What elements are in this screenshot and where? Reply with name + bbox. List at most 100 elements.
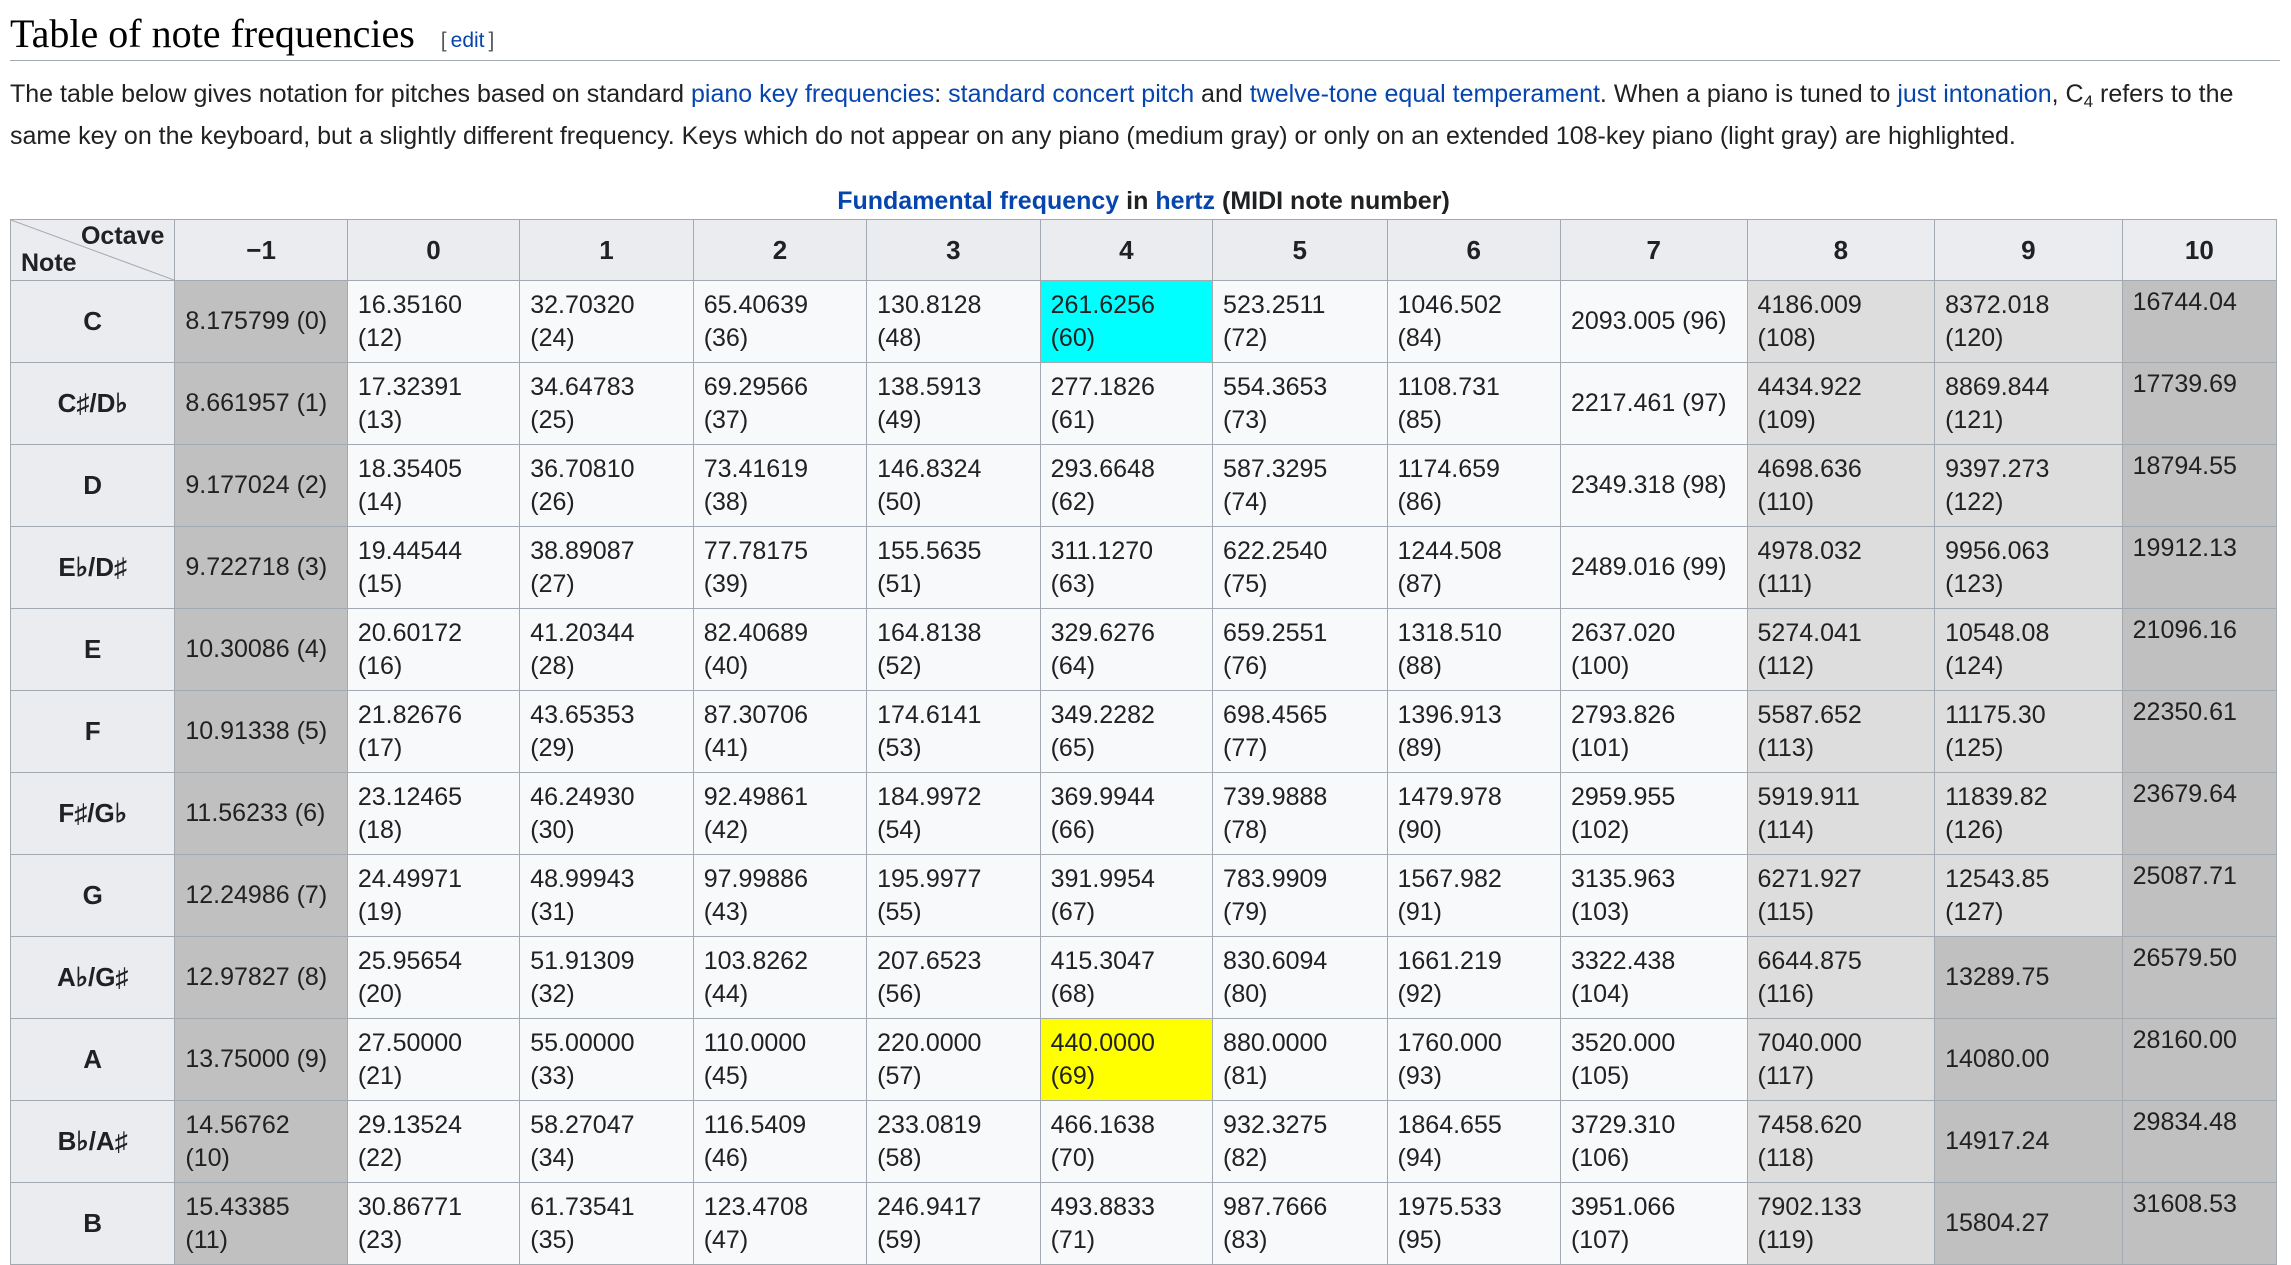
octave-header: 4 [1039, 219, 1214, 281]
link-just-intonation[interactable]: just intonation [1897, 80, 2051, 108]
frequency-value: 14.56762 [185, 1110, 290, 1139]
frequency-value: 61.73541 [530, 1192, 635, 1221]
midi-number: (22) [357, 1143, 403, 1172]
frequency-cell: 622.2540 (75) [1212, 526, 1388, 609]
midi-number: (77) [1223, 733, 1268, 762]
octave-header: 6 [1386, 219, 1561, 281]
midi-number: (111) [1757, 569, 1813, 598]
frequency-value: 1244.508 [1397, 536, 1502, 565]
midi-number: (108) [1757, 323, 1816, 352]
midi-number: (20) [357, 979, 403, 1008]
frequency-cell: 391.9954 (67) [1039, 854, 1214, 937]
frequency-value: 184.9972 [877, 782, 982, 811]
frequency-value: 1864.655 [1397, 1110, 1502, 1139]
frequency-value: 207.6523 [877, 946, 982, 975]
frequency-cell: 51.91309 (32) [519, 936, 694, 1019]
section-heading: Table of note frequencies [edit] [10, 8, 2280, 61]
midi-number: (110) [1757, 487, 1815, 516]
frequency-value: 51.91309 [530, 946, 635, 975]
frequency-cell: 7040.000 (117) [1746, 1018, 1936, 1101]
midi-number: (31) [530, 897, 575, 926]
link-fundamental-frequency[interactable]: Fundamental frequency [837, 187, 1119, 215]
link-hertz[interactable]: hertz [1155, 187, 1215, 215]
frequency-cell: 8869.844 (121) [1934, 362, 2123, 445]
frequency-value: 138.5913 [877, 372, 982, 401]
frequency-cell: 26579.50 [2121, 936, 2278, 1019]
midi-number: (18) [357, 815, 403, 844]
frequency-cell: 36.70810 (26) [519, 444, 694, 527]
midi-number: (55) [877, 897, 922, 926]
frequency-cell: 8372.018 (120) [1934, 280, 2123, 363]
frequency-value: 24.49971 [357, 864, 463, 893]
frequency-cell: 38.89087 (27) [519, 526, 694, 609]
frequency-value: 3951.066 [1570, 1192, 1676, 1221]
edit-bracket-close: ] [488, 29, 495, 52]
midi-number: (15) [357, 569, 403, 598]
frequency-cell: 30.86771 (23) [346, 1182, 521, 1265]
frequency-cell: 10.91338 (5) [174, 690, 348, 773]
frequency-cell: 2793.826 (101) [1559, 690, 1748, 773]
frequency-value: 46.24930 [530, 782, 635, 811]
frequency-value: 587.3295 [1223, 454, 1328, 483]
frequency-cell: 932.3275 (82) [1212, 1100, 1388, 1183]
frequency-cell: 1479.978 (90) [1386, 772, 1561, 855]
frequency-cell: 13.75000 (9) [174, 1018, 348, 1101]
frequency-cell: 4978.032 (111) [1746, 526, 1936, 609]
midi-number: (46) [703, 1143, 749, 1172]
midi-number: (64) [1050, 651, 1096, 680]
frequency-cell: 24.49971 (19) [346, 854, 521, 937]
frequency-value: 3322.438 [1570, 946, 1676, 975]
frequency-cell: 261.6256 (60) [1039, 280, 1214, 363]
frequency-value: 5919.911 [1757, 782, 1860, 811]
frequency-value: 2349.318 (98) [1570, 471, 1727, 499]
frequency-value: 369.9944 [1050, 782, 1155, 811]
midi-number: (10) [185, 1143, 230, 1172]
midi-number: (34) [530, 1143, 575, 1172]
frequency-cell: 2959.955 (102) [1559, 772, 1748, 855]
frequency-value: 73.41619 [703, 454, 808, 483]
frequency-value: 15804.27 [1945, 1209, 2050, 1237]
midi-number: (40) [703, 651, 749, 680]
frequency-value: 15.43385 [185, 1192, 290, 1221]
frequency-value: 1108.731 [1397, 372, 1500, 401]
frequency-value: 1975.533 [1397, 1192, 1502, 1221]
frequency-value: 8.661957 (1) [185, 389, 328, 417]
frequency-value: 41.20344 [530, 618, 635, 647]
frequency-cell: 130.8128 (48) [866, 280, 1041, 363]
midi-number: (113) [1757, 733, 1815, 762]
link-twelve-tone-equal-temperament[interactable]: twelve-tone equal temperament [1250, 80, 1600, 108]
frequency-cell: 16.35160 (12) [346, 280, 521, 363]
frequency-cell: 25.95654 (20) [346, 936, 521, 1019]
midi-number: (126) [1945, 815, 2004, 844]
frequency-value: 116.5409 [703, 1110, 807, 1139]
frequency-cell: 3951.066 (107) [1559, 1182, 1748, 1265]
frequency-cell: 164.8138 (52) [866, 608, 1041, 691]
frequency-cell: 349.2282 (65) [1039, 690, 1214, 773]
frequency-value: 23.12465 [357, 782, 463, 811]
frequency-cell: 15.43385 (11) [174, 1182, 348, 1265]
frequency-value: 233.0819 [877, 1110, 982, 1139]
frequency-cell: 1108.731 (85) [1386, 362, 1561, 445]
midi-number: (61) [1050, 405, 1096, 434]
midi-number: (106) [1570, 1143, 1630, 1172]
frequency-value: 36.70810 [530, 454, 635, 483]
midi-number: (49) [877, 405, 922, 434]
frequency-value: 69.29566 [703, 372, 808, 401]
frequency-cell: 82.40689 (40) [692, 608, 868, 691]
frequency-value: 4434.922 [1757, 372, 1862, 401]
table-row: B♭/A♯ 14.56762 (10) 29.13524 (22) 58.27047 (34… [9, 1100, 2278, 1183]
midi-number: (95) [1397, 1225, 1442, 1254]
frequency-value: 146.8324 [877, 454, 982, 483]
frequency-value: 130.8128 [877, 290, 982, 319]
frequency-cell: 146.8324 (50) [866, 444, 1041, 527]
frequency-cell: 15804.27 [1934, 1182, 2123, 1265]
frequency-cell: 3729.310 (106) [1559, 1100, 1748, 1183]
frequency-cell: 19.44544 (15) [346, 526, 521, 609]
note-name: G [9, 854, 176, 937]
link-standard-concert-pitch[interactable]: standard concert pitch [948, 80, 1194, 108]
edit-link[interactable]: edit [451, 29, 485, 52]
link-piano-key-frequencies[interactable]: piano key frequencies [691, 80, 934, 108]
frequency-cell: 73.41619 (38) [692, 444, 868, 527]
midi-number: (103) [1570, 897, 1630, 926]
octave-header: 3 [866, 219, 1041, 281]
